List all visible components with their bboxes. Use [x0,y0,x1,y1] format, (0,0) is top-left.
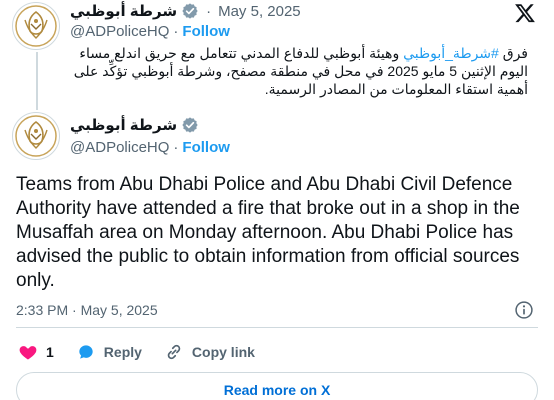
main-handle-row: @ADPoliceHQ · Follow [70,139,230,156]
separator-dot: · [173,139,179,156]
main-tweet-text: Teams from Abu Dhabi Police and Abu Dhab… [16,174,520,291]
reply-button[interactable]: Reply [76,342,142,362]
copy-link-button[interactable]: Copy link [164,342,255,362]
parent-author-row: شرطة أبوظبي · May 5, 2025 [70,2,301,21]
author-handle[interactable]: @ADPoliceHQ [70,23,169,40]
verified-badge-icon [181,2,199,20]
verified-badge-icon [181,116,199,134]
police-logo-icon [15,5,57,47]
thread-connector [36,52,38,110]
follow-button[interactable]: Follow [182,139,230,156]
avatar[interactable] [12,2,60,50]
tweet-text-prefix: فرق [502,45,528,61]
read-more-button[interactable]: Read more on X [16,372,538,400]
link-icon [167,344,181,360]
action-bar: 1 Reply Copy link [18,342,255,362]
main-author-row: شرطة أبوظبي [70,116,199,134]
reply-bubble-icon [79,345,93,359]
copy-link-label: Copy link [191,344,255,360]
info-icon[interactable] [514,300,534,320]
parent-handle-row: @ADPoliceHQ · Follow [70,23,230,40]
like-button[interactable]: 1 [18,342,54,362]
reply-label: Reply [103,344,142,360]
tweet-date[interactable]: May 5, 2025 [218,3,301,20]
author-name[interactable]: شرطة أبوظبي [70,116,177,134]
tweet-timestamp[interactable]: 2:33 PM · May 5, 2025 [16,302,158,318]
avatar[interactable] [12,112,60,160]
police-logo-icon [15,115,57,157]
author-name[interactable]: شرطة أبوظبي [70,2,177,20]
parent-tweet-text: فرق #شرطة_أبوظبي وهيئة أبوظبي للدفاع الم… [66,44,528,98]
x-logo-icon[interactable] [514,2,536,24]
follow-button[interactable]: Follow [182,23,230,40]
divider [16,327,538,328]
heart-icon [19,346,37,360]
author-handle[interactable]: @ADPoliceHQ [70,139,169,156]
like-count: 1 [46,344,54,360]
date-separator: · [206,2,212,20]
hashtag-link[interactable]: #شرطة_أبوظبي [403,45,499,61]
separator-dot: · [173,23,179,40]
